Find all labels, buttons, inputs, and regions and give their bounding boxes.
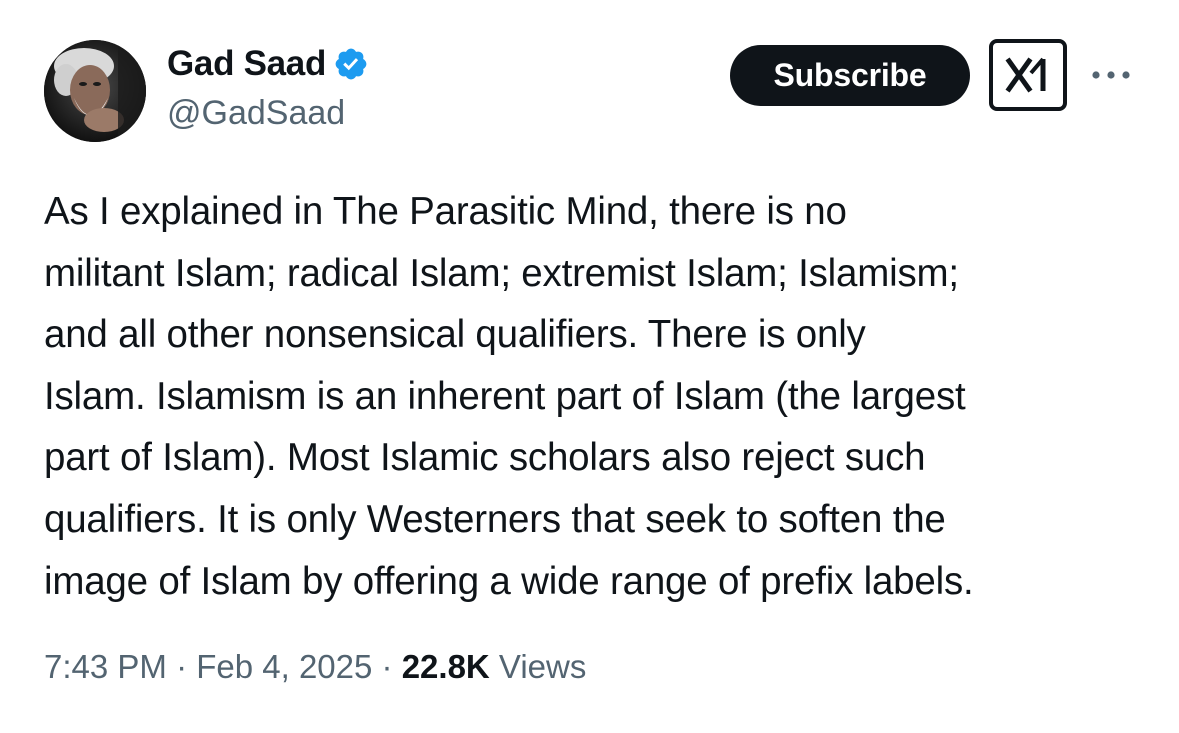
tweet-date[interactable]: Feb 4, 2025 [196,648,372,685]
verified-badge-icon [335,48,367,80]
views-label: Views [489,648,587,685]
author-name-row: Gad Saad [167,42,369,86]
grok-icon [1005,57,1046,93]
author-handle[interactable]: @GadSaad [167,94,345,133]
tweet-text: As I explained in The Parasitic Mind, th… [44,190,974,603]
grok-button[interactable] [989,39,1067,111]
separator: · [372,648,402,685]
separator: · [166,648,197,685]
author-name[interactable]: Gad Saad [167,44,326,84]
more-options-icon [1092,71,1130,79]
avatar[interactable] [44,40,146,142]
profile-photo-icon [44,40,146,142]
tweet-meta: 7:43 PM · Feb 4, 2025 · 22.8K Views [44,648,586,686]
tweet-card: Gad Saad @GadSaad Subscribe As I explain… [0,0,1179,733]
tweet-time[interactable]: 7:43 PM [44,648,167,685]
views-count[interactable]: 22.8K [402,648,490,685]
subscribe-button[interactable]: Subscribe [730,45,970,106]
more-options-button[interactable] [1088,55,1134,95]
